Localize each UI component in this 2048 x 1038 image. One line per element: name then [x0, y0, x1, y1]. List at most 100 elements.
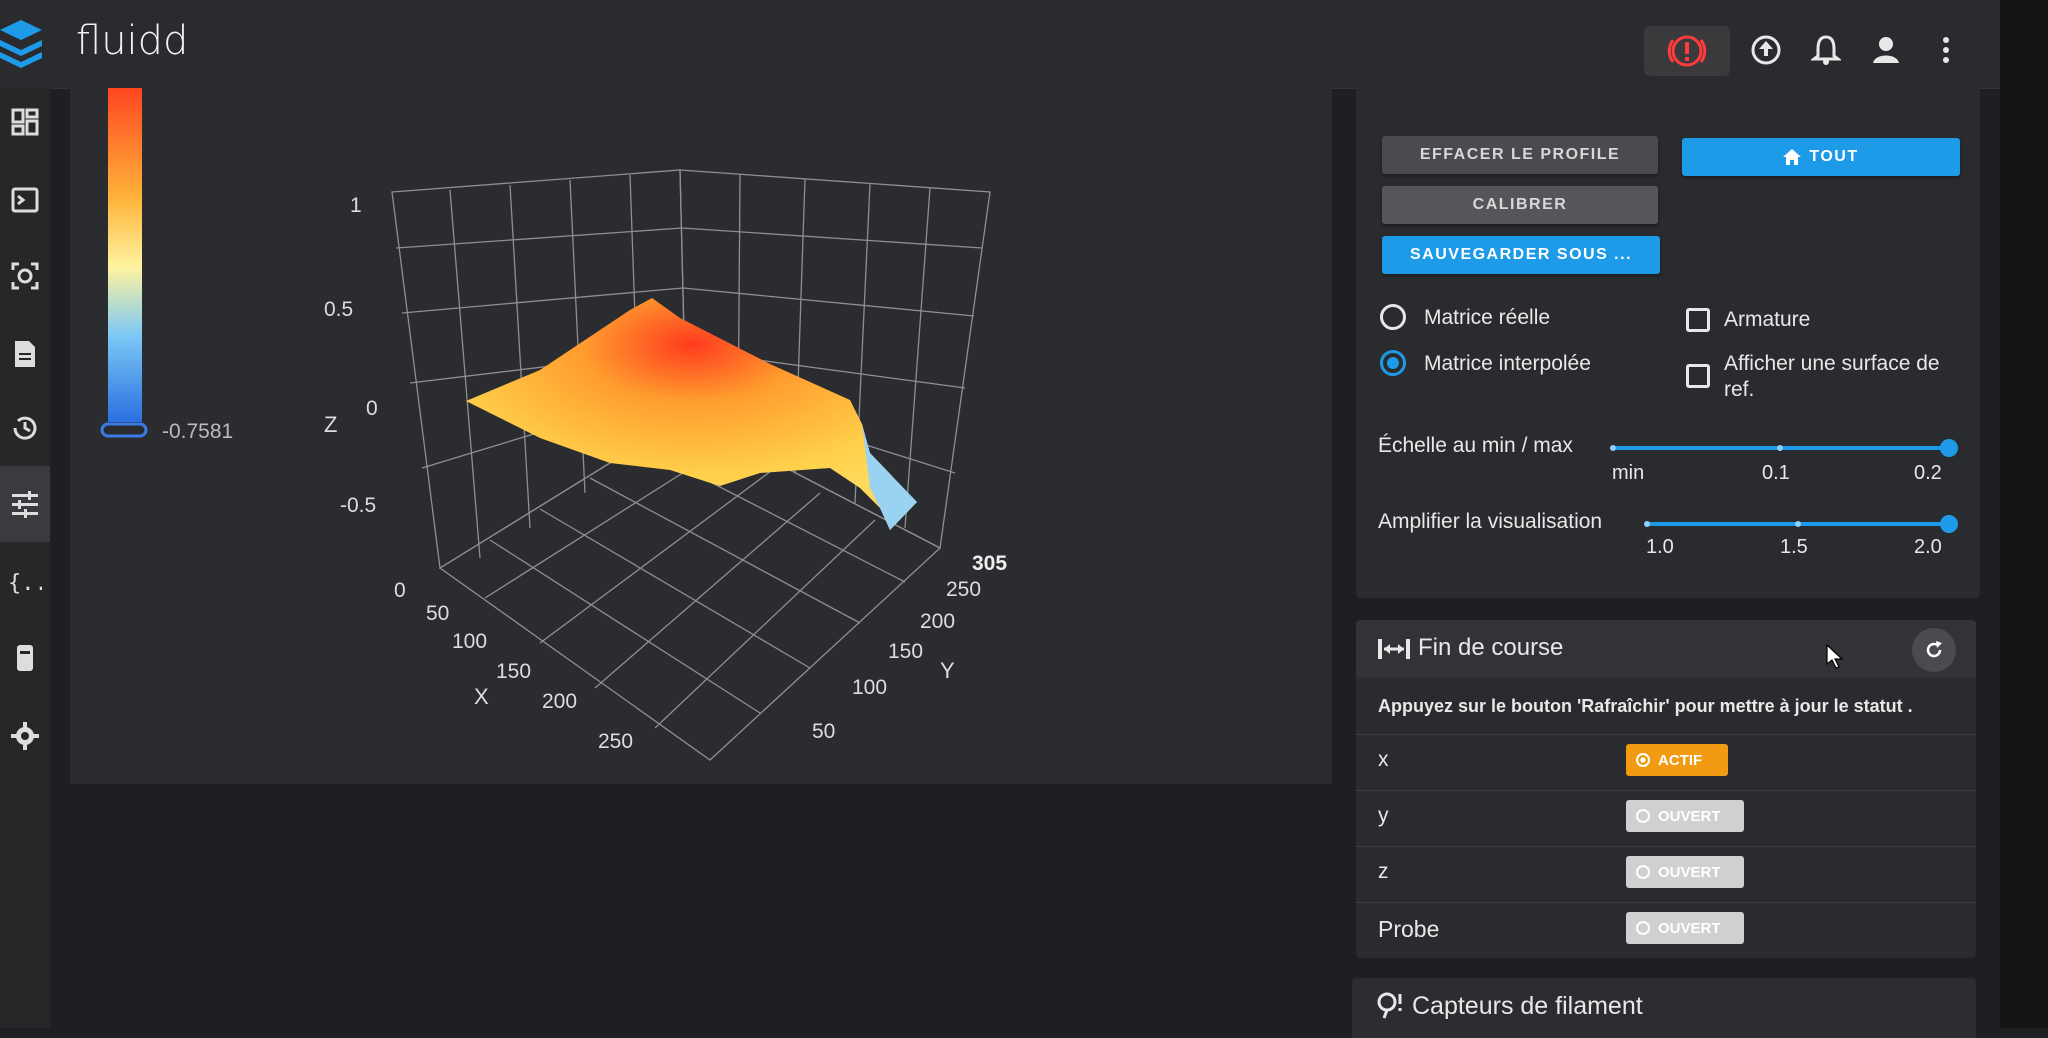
amplify-slider-knob[interactable]	[1940, 515, 1958, 533]
bed-mesh-3d-plot[interactable]: -0.7581 1 0.5 0 -0.5 Z 0 50 100 150 200 …	[70, 78, 1332, 784]
y-tick-50: 50	[812, 720, 835, 743]
colorbar	[108, 78, 142, 422]
colorbar-min-handle[interactable]	[100, 422, 148, 438]
radio-dot-icon	[1636, 809, 1650, 823]
amplify-slider-tick	[1644, 521, 1650, 527]
clear-profile-button[interactable]: EFFACER LE PROFILE	[1382, 136, 1658, 174]
scale-tick-0-2: 0.2	[1914, 462, 1942, 484]
endstop-name-x: x	[1378, 748, 1389, 771]
bed-mesh-controls-card: EFFACER LE PROFILE TOUT CALIBRER SAUVEGA…	[1356, 88, 1980, 598]
home-icon	[1783, 149, 1802, 165]
scale-label: Échelle au min / max	[1378, 434, 1573, 457]
sidebar-item-camera[interactable]	[0, 248, 50, 304]
sidebar-item-macros[interactable]: {..}	[0, 554, 50, 610]
console-icon	[11, 187, 39, 213]
camera-icon	[11, 262, 39, 290]
account-button[interactable]	[1866, 30, 1906, 70]
y-tick-150: 150	[888, 640, 923, 663]
z-tick-neg-0-5: -0.5	[340, 494, 376, 517]
scale-slider-tick	[1610, 445, 1616, 451]
radio-interp-label: Matrice interpolée	[1424, 352, 1591, 375]
sidebar-item-console[interactable]	[0, 172, 50, 228]
sidebar-item-settings[interactable]	[0, 708, 50, 764]
y-tick-100: 100	[852, 676, 887, 699]
z-tick-0: 0	[366, 397, 378, 420]
save-as-button[interactable]: SAUVEGARDER SOUS ...	[1382, 236, 1660, 274]
y-tick-200: 200	[920, 610, 955, 633]
tune-icon	[12, 491, 38, 518]
scale-slider-knob[interactable]	[1940, 439, 1958, 457]
x-tick-100: 100	[452, 630, 487, 653]
app-title: fluidd	[76, 18, 189, 64]
x-tick-250: 250	[598, 730, 633, 753]
sidebar-item-device[interactable]	[0, 630, 50, 686]
radio-real-matrix[interactable]	[1380, 304, 1406, 330]
sidebar-item-files[interactable]	[0, 326, 50, 382]
x-tick-200: 200	[542, 690, 577, 713]
origin-tick: 0	[394, 579, 406, 602]
row-divider	[1356, 846, 1976, 847]
sidebar-item-history[interactable]	[0, 400, 50, 456]
y-tick-305: 305	[972, 552, 1007, 575]
files-icon	[15, 341, 35, 367]
filament-sensor-icon	[1377, 992, 1402, 1019]
emergency-stop-button[interactable]	[1644, 26, 1730, 76]
radio-dot-icon	[1636, 753, 1650, 767]
dashboard-icon	[11, 108, 39, 136]
amplify-tick-1-5: 1.5	[1780, 536, 1808, 558]
scale-tick-0-1: 0.1	[1762, 462, 1790, 484]
flat-surface-checkbox[interactable]	[1686, 364, 1710, 388]
app-bar: fluidd	[0, 0, 2000, 89]
account-icon	[1873, 37, 1899, 63]
endstop-state-probe: OUVERT	[1626, 912, 1744, 944]
refresh-icon	[1926, 641, 1942, 658]
y-tick-250: 250	[946, 578, 981, 601]
screen-edge	[2000, 0, 2048, 1028]
emergency-stop-icon	[1667, 35, 1707, 67]
flat-surface-label-line1: Afficher une surface de	[1724, 352, 1940, 375]
more-menu-button[interactable]	[1926, 30, 1966, 70]
sidebar-item-tune[interactable]	[0, 466, 50, 542]
x-tick-150: 150	[496, 660, 531, 683]
endstop-name-y: y	[1378, 804, 1389, 827]
endstop-name-probe: Probe	[1378, 916, 1440, 942]
home-all-button[interactable]: TOUT	[1682, 138, 1960, 176]
sidebar-nav: {..}	[0, 88, 50, 1028]
bell-icon	[1811, 35, 1841, 65]
svg-text:{..}: {..}	[8, 571, 42, 596]
history-icon	[13, 416, 37, 440]
endstop-icon	[1378, 639, 1410, 659]
notifications-button[interactable]	[1806, 30, 1846, 70]
fluidd-logo-icon[interactable]	[0, 20, 42, 68]
device-icon	[17, 645, 33, 671]
radio-dot-icon	[1636, 865, 1650, 879]
calibrate-button[interactable]: CALIBRER	[1382, 186, 1658, 224]
mesh-surface	[466, 298, 917, 530]
colorbar-min-label: -0.7581	[162, 420, 233, 443]
radio-real-label: Matrice réelle	[1424, 306, 1551, 329]
wireframe-checkbox[interactable]	[1686, 308, 1710, 332]
refresh-button[interactable]	[1912, 628, 1956, 672]
settings-icon	[11, 722, 39, 750]
amplify-label: Amplifier la visualisation	[1378, 510, 1603, 533]
endstop-state-probe-label: OUVERT	[1658, 919, 1721, 937]
wireframe-label: Armature	[1724, 308, 1811, 331]
upload-button[interactable]	[1746, 30, 1786, 70]
endstop-state-z-label: OUVERT	[1658, 863, 1721, 881]
radio-interpolated-matrix[interactable]	[1380, 350, 1406, 376]
sidebar-item-dashboard[interactable]	[0, 94, 50, 150]
amplify-tick-1-0: 1.0	[1646, 536, 1674, 558]
endstop-state-y-label: OUVERT	[1658, 807, 1721, 825]
filament-sensors-card[interactable]: Capteurs de filament	[1352, 978, 1976, 1038]
scale-slider-tick	[1777, 445, 1783, 451]
scale-tick-min: min	[1612, 462, 1645, 484]
z-tick-0-5: 0.5	[324, 298, 353, 321]
z-axis-label: Z	[324, 412, 337, 437]
endstop-state-x: ACTIF	[1626, 744, 1728, 776]
endstop-state-z: OUVERT	[1626, 856, 1744, 888]
y-axis-label: Y	[940, 658, 955, 683]
bed-mesh-plot-panel[interactable]: -0.7581 1 0.5 0 -0.5 Z 0 50 100 150 200 …	[70, 78, 1332, 784]
row-divider	[1356, 790, 1976, 791]
mouse-cursor-icon	[1826, 644, 1844, 669]
macros-icon: {..}	[8, 571, 42, 596]
